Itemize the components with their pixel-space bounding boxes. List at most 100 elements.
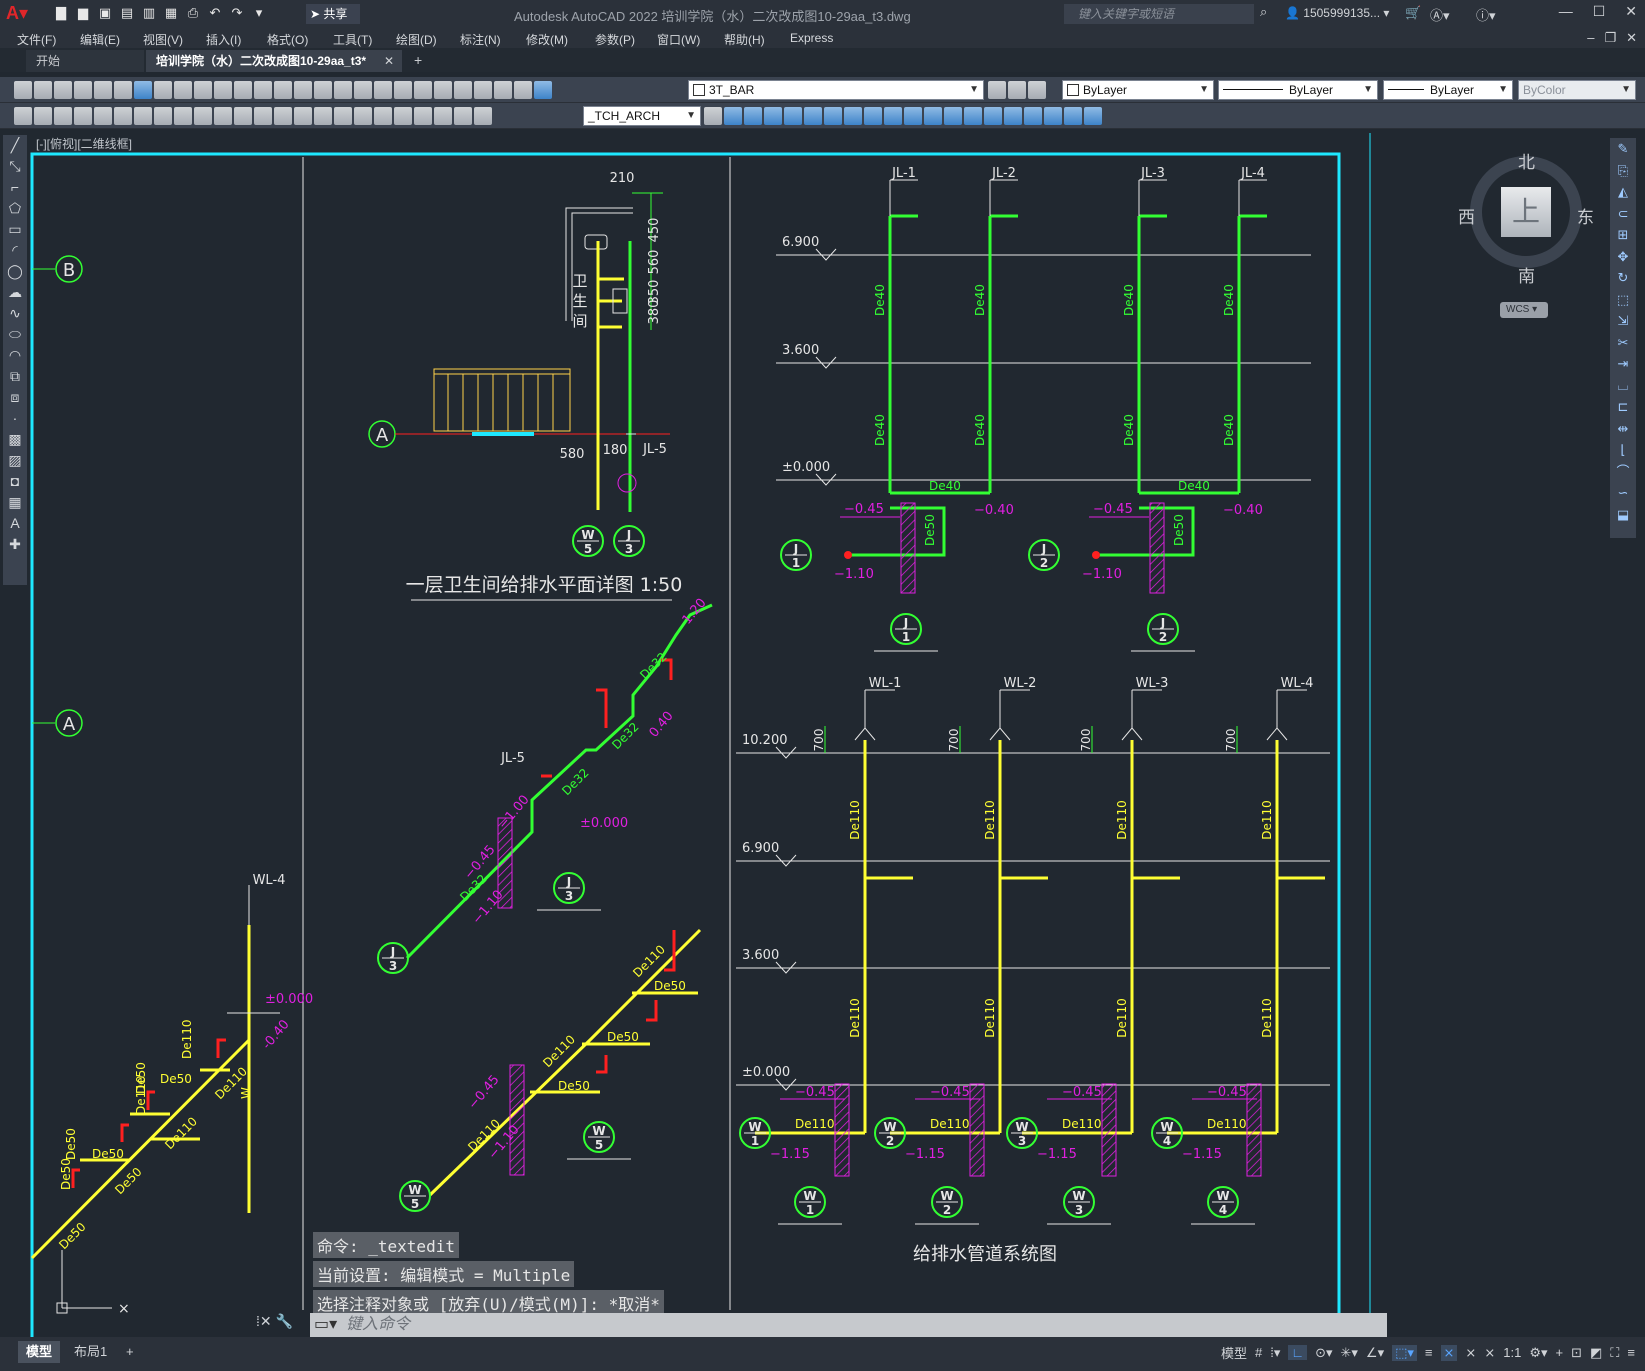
zoom-realtime-icon[interactable] [314,81,332,99]
modify-12-icon[interactable] [944,107,962,125]
annotation-scale-value[interactable]: 1:1 [1503,1345,1521,1360]
tab-start[interactable]: 开始 [26,50,144,72]
grid-icon[interactable]: # [1255,1345,1262,1360]
radius-dim-icon[interactable] [154,107,172,125]
modify-9-icon[interactable] [884,107,902,125]
minimize-button[interactable]: — [1559,3,1573,20]
region-icon[interactable]: ◘ [3,471,27,492]
search-input[interactable]: 键入关键字或短语 [1064,4,1254,24]
osnap-icon[interactable]: ⬚▾ [1392,1344,1417,1361]
mirror-icon[interactable]: ◭ [1610,181,1636,203]
modify-6-icon[interactable] [824,107,842,125]
polygon-icon[interactable]: ⬠ [3,198,27,219]
zoom-window-icon[interactable] [334,81,352,99]
layer-state-icon[interactable] [534,81,552,99]
jogged-dim-icon[interactable] [174,107,192,125]
layer-previous-icon[interactable] [1008,81,1026,99]
aligned-dim-icon[interactable] [94,107,112,125]
cart-icon[interactable]: 🛒 [1405,5,1421,21]
baseline-dim-icon[interactable] [254,107,272,125]
plus-icon[interactable]: + [1556,1345,1564,1360]
close-button[interactable]: ✕ [1625,3,1637,20]
point-icon[interactable]: · [3,408,27,429]
units-icon[interactable]: ⊡ [1571,1345,1582,1361]
design-center-icon[interactable] [394,81,412,99]
doc-close-icon[interactable]: ✕ [1626,30,1637,46]
redo-icon[interactable]: ↷ [228,3,246,23]
break-icon[interactable]: ⊏ [1610,396,1636,418]
update-dim-icon[interactable] [454,107,472,125]
modify-1-icon[interactable] [724,107,742,125]
diameter-dim-icon[interactable] [194,107,212,125]
customize-qat-icon[interactable]: ▾ [250,3,268,23]
modify-2-icon[interactable] [744,107,762,125]
clean-screen-icon[interactable]: ⛶ [1610,1345,1619,1361]
arc-dim-icon[interactable] [114,107,132,125]
annotation-visibility-icon[interactable]: ⨯ [1440,1344,1458,1361]
autodesk-app-icon[interactable]: Ⓐ▾ [1430,5,1450,24]
modify-19-icon[interactable] [1084,107,1102,125]
redo-tool-icon[interactable] [274,81,292,99]
autocad-logo-icon[interactable]: A▾ [6,3,28,25]
zoom-prev-icon[interactable] [354,81,372,99]
tab-add-layout[interactable]: + [118,1341,142,1363]
edit-dim-icon[interactable] [414,107,432,125]
inspect-icon[interactable] [374,107,392,125]
rectangle-icon[interactable]: ▭ [3,219,27,240]
tool-3-icon[interactable] [54,107,72,125]
block-editor-icon[interactable] [234,81,252,99]
osnap-tracking-icon[interactable]: ✳▾ [1341,1345,1358,1361]
compass-west[interactable]: 西 [1458,203,1475,228]
line-icon[interactable]: ╱ [3,135,27,156]
modify-13-icon[interactable] [964,107,982,125]
viewcube-top-face[interactable]: 上 [1501,187,1551,237]
tab-close-icon[interactable]: ✕ [384,50,394,72]
menu-parametric[interactable]: 参数(P) [595,31,635,48]
user-account[interactable]: 👤 1505999135... ▾ [1285,6,1389,20]
modify-8-icon[interactable] [864,107,882,125]
drawing-canvas[interactable]: [-][俯视][二维线框] B A A 210 450 560 350 380 … [30,133,1608,1338]
layer-match-icon[interactable] [1028,81,1046,99]
text-style-dropdown[interactable]: _TCH_ARCH ▼ [583,106,701,126]
modify-5-icon[interactable] [804,107,822,125]
mtext-icon[interactable]: A [3,513,27,534]
join-icon[interactable]: ⇹ [1610,418,1636,440]
edit-dim-text-icon[interactable] [434,107,452,125]
move-icon[interactable]: ✥ [1610,246,1636,268]
tool-1-icon[interactable] [14,107,32,125]
revcloud-icon[interactable]: ☁ [3,282,27,303]
tab-model[interactable]: 模型 [18,1341,61,1363]
save-web-icon[interactable]: ▦ [162,3,180,23]
modify-7-icon[interactable] [844,107,862,125]
lineweight-dropdown[interactable]: ByLayer ▼ [1383,80,1513,100]
modify-16-icon[interactable] [1024,107,1042,125]
match-props-icon[interactable] [214,81,232,99]
color-dropdown[interactable]: ByLayer ▼ [1062,80,1214,100]
annotation-scale-icon[interactable]: ⨯ [1484,1345,1495,1361]
tab-drawing[interactable]: 培训学院（水）二次改成图10-29aa_t3* ✕ [146,50,402,72]
quick-dim-icon[interactable] [234,107,252,125]
tool-palettes-icon[interactable] [414,81,432,99]
rotate-icon[interactable]: ↻ [1610,267,1636,289]
plot-icon[interactable]: ⎙ [184,3,202,23]
preview-icon[interactable] [94,81,112,99]
copy-icon[interactable] [174,81,192,99]
save-file-icon[interactable] [54,81,72,99]
table-icon[interactable]: ▦ [3,492,27,513]
menu-modify[interactable]: 修改(M) [526,31,568,48]
scale-icon[interactable]: ⬚ [1610,289,1636,311]
menu-format[interactable]: 格式(O) [267,31,308,48]
modify-3-icon[interactable] [764,107,782,125]
trim-icon[interactable]: ✂ [1610,332,1636,354]
spline-icon[interactable]: ∿ [3,303,27,324]
fillet-icon[interactable]: ⌒ [1610,461,1636,483]
circle-icon[interactable]: ◯ [3,261,27,282]
array-icon[interactable]: ⊞ [1610,224,1636,246]
insert-block-icon[interactable]: ⧉ [3,366,27,387]
command-input[interactable]: ▭▾ 键入命令 [310,1313,1387,1337]
modify-4-icon[interactable] [784,107,802,125]
ellipse-arc-icon[interactable]: ◠ [3,345,27,366]
model-space-button[interactable]: 模型 [1221,1343,1247,1362]
tab-layout1[interactable]: 布局1 [66,1341,115,1363]
modify-11-icon[interactable] [924,107,942,125]
